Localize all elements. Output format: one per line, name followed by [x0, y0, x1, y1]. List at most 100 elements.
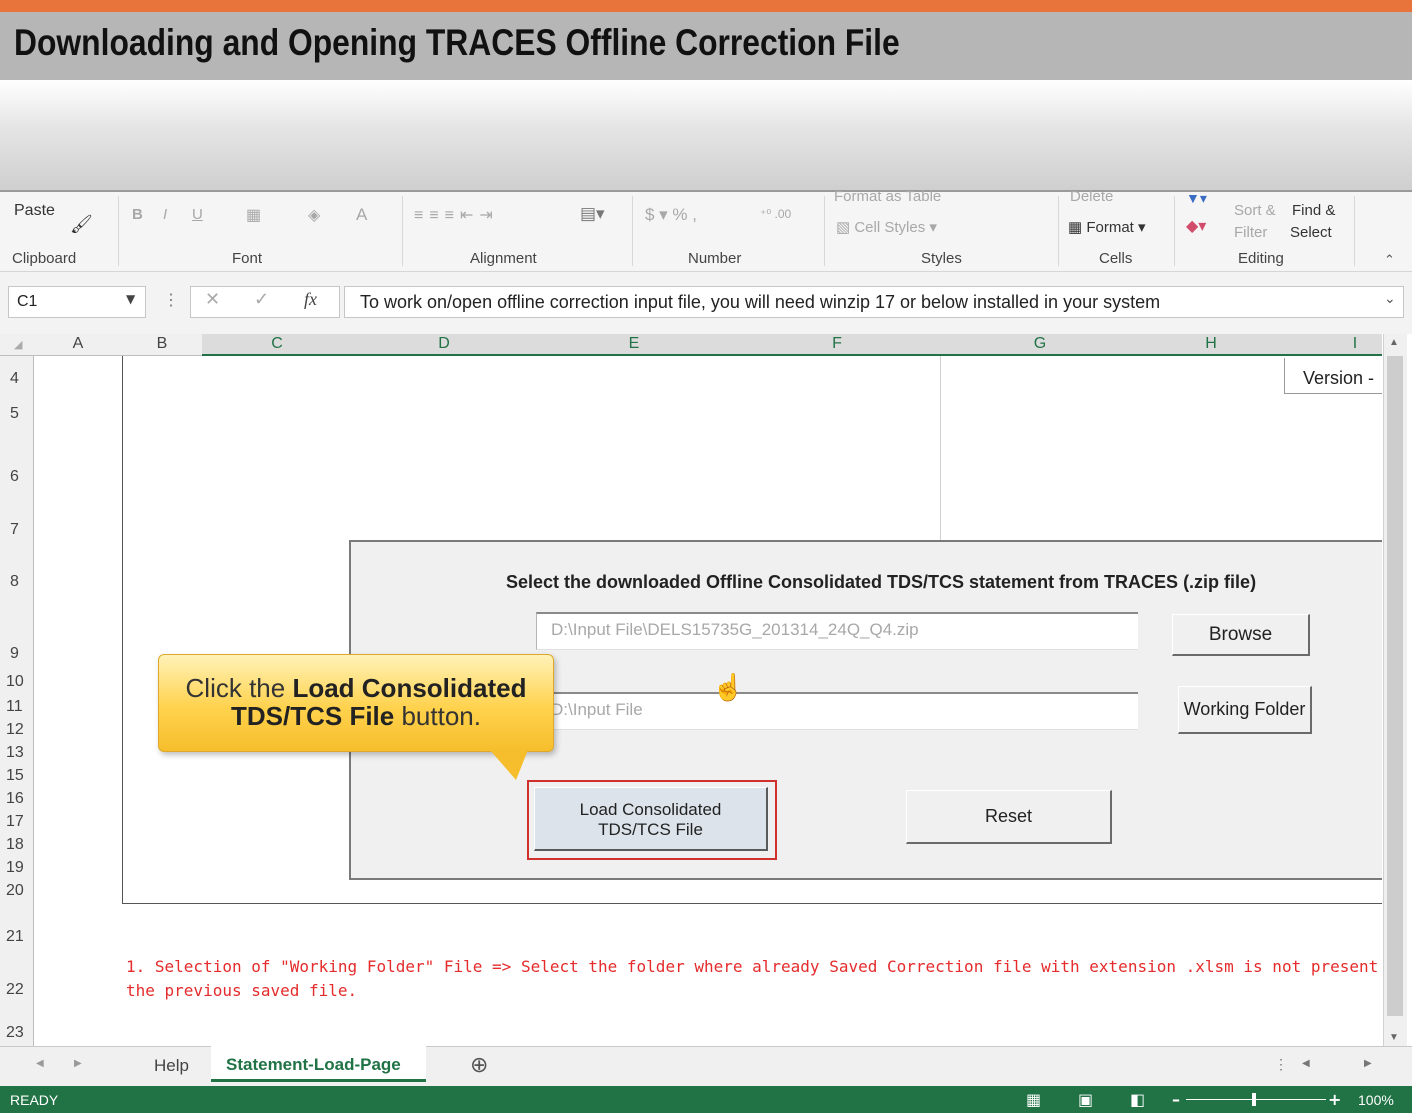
zoom-slider[interactable] [1186, 1099, 1326, 1100]
normal-view-icon[interactable]: ▦ [1026, 1090, 1041, 1109]
load-button-line2: TDS/TCS File [598, 820, 703, 839]
row-header[interactable]: 6 [10, 468, 19, 486]
sort-filter-line1[interactable]: Sort & [1234, 202, 1276, 219]
decimal-icons[interactable]: ⁺⁰ .00 [760, 207, 791, 221]
row-header[interactable]: 4 [10, 370, 19, 388]
row-header[interactable]: 23 [6, 1024, 24, 1042]
chevron-down-icon[interactable]: ▼ [126, 292, 135, 306]
group-cells: Cells [1099, 250, 1133, 267]
callout-text-part: Click the [185, 673, 293, 703]
format-painter-icon[interactable]: 🖌 [70, 214, 93, 235]
row-header[interactable]: 7 [10, 521, 19, 539]
load-button-line1: Load Consolidated [579, 800, 722, 819]
row-header[interactable]: 8 [10, 573, 19, 591]
working-folder-field[interactable]: D:\Input File [536, 692, 1138, 730]
tab-help[interactable]: Help [154, 1056, 189, 1076]
row-header[interactable]: 22 [6, 981, 24, 999]
row-header[interactable]: 17 [6, 813, 24, 831]
column-header-i[interactable]: I [1340, 335, 1370, 353]
format-label: Format [1086, 219, 1134, 236]
row-header[interactable]: 16 [6, 790, 24, 808]
sort-filter-line2[interactable]: Filter [1234, 224, 1267, 241]
note-line-1: 1. Selection of "Working Folder" File =>… [126, 957, 1382, 976]
version-label: Version - [1284, 358, 1382, 394]
row-header[interactable]: 9 [10, 645, 19, 663]
browse-button[interactable]: Browse [1172, 614, 1310, 656]
column-header-h[interactable]: H [1196, 335, 1226, 353]
scroll-down-icon[interactable]: ▼ [1389, 1032, 1399, 1043]
row-header[interactable]: 5 [10, 405, 19, 423]
working-folder-button[interactable]: Working Folder [1178, 686, 1312, 734]
row-header[interactable]: 15 [6, 767, 24, 785]
underline-icon[interactable]: U [192, 206, 203, 223]
expand-formula-icon[interactable]: ⌄ [1384, 291, 1396, 307]
row-header[interactable]: 19 [6, 859, 24, 877]
enter-icon[interactable]: ✓ [254, 289, 269, 310]
column-header-f[interactable]: F [822, 335, 852, 353]
ribbon-separator [1354, 196, 1355, 266]
find-select-line1[interactable]: Find & [1292, 202, 1335, 219]
column-header-e[interactable]: E [619, 335, 649, 353]
delete-button[interactable]: Delete [1070, 188, 1113, 205]
format-button[interactable]: ▦ Format ▾ [1068, 218, 1146, 236]
format-as-table-button[interactable]: Format as Table [834, 188, 941, 205]
italic-icon[interactable]: I [163, 206, 167, 223]
hscroll-left-icon[interactable]: ◀ [1302, 1058, 1310, 1069]
row-header[interactable]: 11 [6, 698, 23, 716]
select-all-icon[interactable]: ◢ [14, 338, 22, 351]
tab-statement-load-page[interactable]: Statement-Load-Page [226, 1055, 401, 1075]
column-header-d[interactable]: D [429, 335, 459, 353]
zoom-slider-thumb[interactable] [1252, 1093, 1256, 1106]
load-consolidated-button[interactable]: Load Consolidated TDS/TCS File [534, 787, 768, 851]
merge-center-icon[interactable]: ▤▾ [580, 204, 605, 224]
column-header-b[interactable]: B [147, 335, 177, 353]
page-break-view-icon[interactable]: ◧ [1130, 1090, 1145, 1109]
borders-icon[interactable]: ▦ [246, 205, 261, 225]
row-header[interactable]: 13 [6, 744, 24, 762]
page-layout-icon[interactable]: ▣ [1078, 1090, 1093, 1109]
row-header[interactable]: 10 [6, 673, 24, 691]
row-header[interactable]: 12 [6, 721, 24, 739]
column-header-g[interactable]: G [1025, 335, 1055, 353]
hscroll-right-icon[interactable]: ▶ [1364, 1058, 1372, 1069]
collapse-ribbon-icon[interactable]: ⌃ [1384, 252, 1395, 268]
row-header[interactable]: 21 [6, 928, 24, 946]
scroll-up-icon[interactable]: ▲ [1389, 337, 1399, 348]
group-number: Number [688, 250, 742, 267]
zoom-out-icon[interactable]: – [1172, 1090, 1180, 1109]
fill-color-icon[interactable]: ◈ [308, 205, 320, 225]
ribbon-tabs-area [0, 80, 1412, 192]
ribbon-separator [118, 196, 119, 266]
reset-button[interactable]: Reset [906, 790, 1112, 844]
row-header[interactable]: 20 [6, 882, 24, 900]
font-color-icon[interactable]: A [356, 205, 367, 225]
bold-icon[interactable]: B [132, 206, 143, 223]
formula-input[interactable]: To work on/open offline correction input… [344, 286, 1404, 318]
column-header-a[interactable]: A [63, 335, 93, 353]
zoom-in-icon[interactable]: + [1328, 1090, 1341, 1109]
insert-function-icon[interactable]: fx [304, 289, 317, 310]
align-icons[interactable]: ≡≡≡⇤⇥ [414, 205, 499, 225]
scrollbar-thumb[interactable] [1387, 356, 1403, 1016]
cell-styles-label: Cell Styles [854, 219, 926, 236]
currency-icon[interactable]: $ ▾ % , [645, 205, 697, 225]
tab-scroll-left-icon[interactable]: ◀ [36, 1058, 44, 1069]
column-header-c[interactable]: C [262, 335, 292, 353]
cancel-icon[interactable]: ✕ [205, 289, 220, 310]
page-title: Downloading and Opening TRACES Offline C… [14, 22, 900, 63]
ribbon-separator [1174, 196, 1175, 266]
paste-button[interactable]: Paste [14, 202, 55, 220]
zoom-level: 100% [1358, 1092, 1394, 1108]
zip-path-field[interactable]: D:\Input File\DELS15735G_201314_24Q_Q4.z… [536, 612, 1138, 650]
split-handle-icon[interactable]: ⋮ [1274, 1056, 1288, 1073]
callout-text-part: button. [394, 701, 481, 731]
working-folder-note: 1. Selection of "Working Folder" File =>… [126, 955, 1382, 1003]
row-header[interactable]: 18 [6, 836, 24, 854]
fill-down-icon[interactable]: ▼▾ [1186, 190, 1207, 207]
find-select-line2[interactable]: Select [1290, 224, 1332, 241]
ribbon-separator [1058, 196, 1059, 266]
add-sheet-icon[interactable]: ⊕ [470, 1052, 488, 1078]
cell-styles-button[interactable]: ▧ Cell Styles ▾ [836, 218, 937, 236]
clear-icon[interactable]: ◆▾ [1186, 216, 1206, 236]
tab-scroll-right-icon[interactable]: ▶ [74, 1058, 82, 1069]
